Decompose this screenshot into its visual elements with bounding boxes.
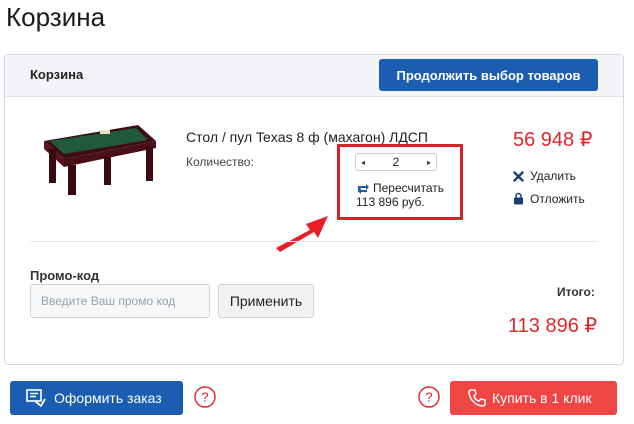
question-icon[interactable]: ? [194,386,216,408]
triangle-left-icon[interactable]: ◂ [357,154,369,170]
continue-shopping-button[interactable]: Продолжить выбор товаров [379,59,598,91]
triangle-right-icon[interactable]: ▸ [423,154,435,170]
item-price: 56 948 ₽ [513,129,593,151]
product-name[interactable]: Стол / пул Texas 8 ф (махагон) ЛДСП [186,129,428,145]
checkout-button[interactable]: Оформить заказ [10,381,183,415]
delete-link[interactable]: Удалить [530,169,576,183]
checkout-button-label: Оформить заказ [54,390,162,406]
total-price: 113 896 ₽ [508,315,598,337]
cart-header-label: Корзина [30,67,84,82]
postpone-link[interactable]: Отложить [530,192,585,206]
quantity-input[interactable]: 2 [372,154,420,170]
divider [30,241,598,242]
page-title: Корзина [6,2,106,32]
recalculate-link[interactable]: Пересчитать [373,181,444,195]
phone-icon [468,389,486,407]
one-click-buy-label: Купить в 1 клик [492,390,592,406]
product-image[interactable] [34,117,160,197]
promo-input[interactable]: Введите Ваш промо код [30,284,210,318]
svg-text:?: ? [201,390,208,405]
line-total: 113 896 руб. [356,195,425,209]
checkout-icon [26,389,46,407]
question-icon[interactable]: ? [418,386,440,408]
one-click-buy-button[interactable]: Купить в 1 клик [450,381,617,415]
total-label: Итого: [557,285,595,299]
close-icon[interactable] [513,171,524,182]
refresh-icon[interactable] [356,182,370,194]
pointer-arrow [276,216,328,252]
apply-promo-button[interactable]: Применить [218,284,314,318]
lock-icon[interactable] [513,192,524,205]
promo-label: Промо-код [30,268,100,283]
quantity-label: Количество: [186,155,254,169]
svg-text:?: ? [425,390,432,405]
